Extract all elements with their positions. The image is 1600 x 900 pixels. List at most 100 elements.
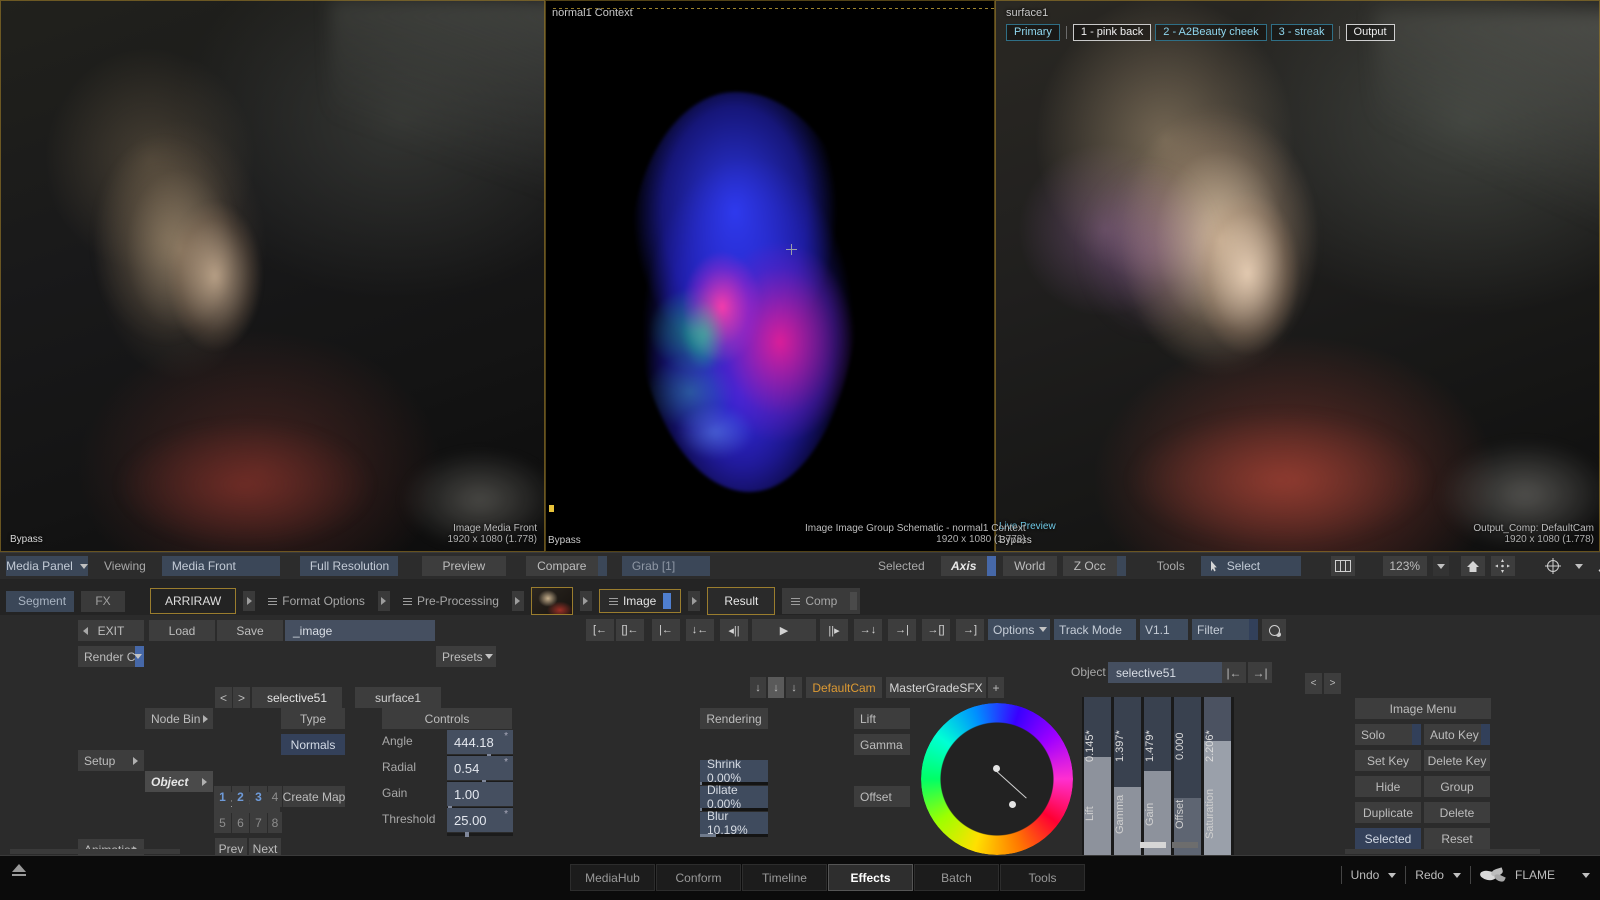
key-nav-down-3[interactable]: ↓	[786, 677, 802, 698]
zoom-dropdown-button[interactable]	[1432, 556, 1449, 576]
redo-button[interactable]: Redo	[1415, 868, 1444, 882]
map-slot-6[interactable]: 6	[232, 812, 249, 833]
nav-object[interactable]: Object	[145, 771, 213, 792]
viewport-output-comp[interactable]: Bypass Output_Comp: DefaultCam 1920 x 10…	[995, 0, 1600, 552]
set-key-button[interactable]: Set Key	[1355, 750, 1421, 771]
delete-button[interactable]: Delete	[1424, 802, 1490, 823]
transport-button-7[interactable]: →↓	[854, 619, 882, 641]
chip-a2beauty-cheek[interactable]: 2 - A2Beauty cheek	[1155, 24, 1267, 41]
duplicate-button[interactable]: Duplicate	[1355, 802, 1421, 823]
tab-result[interactable]: Result	[707, 587, 776, 615]
tab-effects[interactable]: Effects	[828, 864, 913, 891]
chevron-right-icon-1[interactable]	[243, 591, 256, 611]
tab-conform[interactable]: Conform	[656, 864, 741, 891]
preview-button[interactable]: Preview	[421, 556, 506, 576]
full-resolution-button[interactable]: Full Resolution	[299, 556, 398, 576]
media-panel-dropdown[interactable]: Media Panel	[6, 556, 88, 576]
transport-button-2[interactable]: |←	[652, 619, 680, 641]
tab-mediahub[interactable]: MediaHub	[570, 864, 655, 891]
z-occ-button[interactable]: Z Occ	[1062, 556, 1126, 576]
radial-field[interactable]: 0.54 *	[447, 756, 513, 785]
eyedropper-icon[interactable]	[1593, 556, 1600, 576]
viewport-media-front[interactable]: Bypass Image Media Front 1920 x 1080 (1.…	[0, 0, 545, 552]
fit-to-window-icon[interactable]	[1490, 556, 1515, 576]
target-dropdown-button[interactable]	[1571, 556, 1587, 576]
slider-lift[interactable]: 0.145* Lift	[1084, 697, 1111, 855]
clip-thumbnail[interactable]	[530, 587, 573, 615]
select-tool-button[interactable]: Select	[1200, 556, 1301, 576]
tab-arriraw[interactable]: ARRIRAW	[150, 588, 237, 614]
color-wheel[interactable]	[921, 703, 1073, 855]
render-c-dropdown[interactable]: Render C	[78, 646, 144, 667]
slider-offset[interactable]: 0.000 Offset	[1174, 697, 1201, 855]
key-nav-down-1[interactable]: ↓	[750, 677, 766, 698]
angle-field[interactable]: 444.18 *	[447, 730, 513, 759]
node-bin-button[interactable]: Node Bin	[145, 708, 213, 729]
version-field[interactable]: V1.1	[1140, 619, 1188, 640]
axis-button[interactable]: Axis	[940, 556, 996, 576]
blur-slider[interactable]: Blur 10.19%	[700, 809, 768, 837]
selected-button[interactable]: Selected	[1355, 828, 1421, 849]
transport-button-10[interactable]: →]	[956, 619, 984, 641]
map-slot-7[interactable]: 7	[250, 812, 267, 833]
offset-button[interactable]: Offset	[854, 786, 910, 807]
world-button[interactable]: World	[1002, 556, 1057, 576]
image-menu-button[interactable]: Image Menu	[1355, 698, 1491, 719]
color-wheel-center-handle[interactable]	[993, 765, 1000, 772]
chevron-right-icon-4[interactable]	[579, 591, 592, 611]
camera-tab-defaultcam[interactable]: DefaultCam	[806, 677, 882, 698]
camera-tab-mastergrade[interactable]: MasterGradeSFX	[886, 677, 986, 698]
upload-icon[interactable]	[12, 864, 26, 876]
key-nav-down-2[interactable]: ↓	[768, 677, 784, 698]
tab-batch[interactable]: Batch	[914, 864, 999, 891]
transport-button-9[interactable]: →[]	[922, 619, 950, 641]
panel-scroll-right[interactable]: >	[1324, 673, 1341, 694]
chevron-right-icon-5[interactable]	[688, 591, 701, 611]
chevron-right-icon-2[interactable]	[377, 591, 390, 611]
layout-columns-icon[interactable]	[1330, 556, 1355, 576]
rendering-button[interactable]: Rendering	[700, 708, 768, 729]
setup-name-field[interactable]: _image	[285, 620, 435, 641]
map-slot-8[interactable]: 8	[268, 812, 282, 833]
gain-field[interactable]: 1.00	[447, 782, 513, 811]
grab-button[interactable]: Grab [1]	[621, 556, 710, 576]
auto-key-toggle[interactable]: Auto Key	[1424, 724, 1490, 745]
slider-saturation[interactable]: 2.206* Saturation	[1204, 697, 1231, 855]
home-icon[interactable]	[1460, 556, 1485, 576]
gamma-button[interactable]: Gamma	[854, 734, 910, 755]
transport-button-0[interactable]: [←	[586, 619, 614, 641]
node-prev-button[interactable]: <	[215, 687, 232, 708]
save-button[interactable]: Save	[217, 620, 283, 641]
map-slot-3[interactable]: 3	[250, 786, 267, 807]
target-crosshair-icon[interactable]	[1541, 556, 1565, 576]
node-surface1[interactable]: surface1	[355, 687, 441, 708]
transport-button-6[interactable]: ||▸	[820, 619, 848, 641]
chip-primary[interactable]: Primary	[1006, 24, 1060, 41]
viewing-value-field[interactable]: Media Front	[161, 556, 280, 576]
panel-scroll-left[interactable]: <	[1305, 673, 1322, 694]
undo-button[interactable]: Undo	[1351, 868, 1380, 882]
map-slot-4[interactable]: 4	[268, 786, 282, 807]
group-button[interactable]: Group	[1424, 776, 1490, 797]
threshold-field[interactable]: 25.00 *	[447, 808, 513, 837]
chevron-right-icon-3[interactable]	[511, 591, 524, 611]
chip-streak[interactable]: 3 - streak	[1270, 24, 1333, 41]
solo-toggle[interactable]: Solo	[1355, 724, 1421, 745]
node-next-button[interactable]: >	[233, 687, 250, 708]
chip-pink-back[interactable]: 1 - pink back	[1072, 24, 1152, 41]
tab-timeline[interactable]: Timeline	[742, 864, 827, 891]
slider-gain[interactable]: 1.479* Gain	[1144, 697, 1171, 855]
controls-header[interactable]: Controls	[382, 708, 512, 729]
node-selective51[interactable]: selective51	[252, 687, 342, 708]
nav-type[interactable]: Type	[281, 708, 345, 729]
exit-button[interactable]: EXIT	[78, 620, 144, 641]
transport-button-8[interactable]: →|	[888, 619, 916, 641]
shrink-slider[interactable]: Shrink 0.00%	[700, 757, 768, 785]
transport-button-4[interactable]: ◂||	[720, 619, 748, 641]
horizontal-scroll-indicator-right[interactable]	[1345, 849, 1540, 854]
lift-button[interactable]: Lift	[854, 708, 910, 729]
delete-key-button[interactable]: Delete Key	[1424, 750, 1490, 771]
horizontal-scroll-indicator-left[interactable]	[10, 849, 180, 854]
filter-field[interactable]: Filter	[1192, 619, 1258, 640]
zoom-level-value[interactable]: 123%	[1382, 556, 1427, 576]
